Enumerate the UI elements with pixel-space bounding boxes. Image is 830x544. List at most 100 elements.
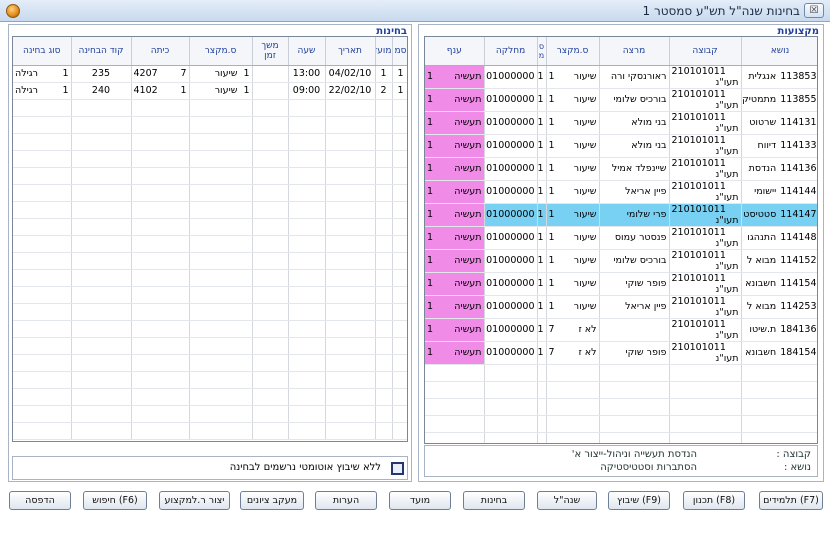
empty-cell: [288, 286, 326, 304]
create-course-report-button[interactable]: יצור ר.למקצוע: [159, 491, 230, 510]
course-row[interactable]: 114131 שרטוט 210101011 תעו"נ בני מולא 1 שיעור 1…: [425, 111, 817, 135]
course-name: חשבונא: [745, 347, 777, 358]
course-row[interactable]: 114148 התנהגו 210101011 תעו"נ פנסטר עמוס 1 שיע…: [425, 226, 817, 250]
col-header-lecturer[interactable]: מרצה: [599, 37, 670, 66]
empty-cell: [131, 235, 190, 253]
course-short-cell: 1 שיעור: [546, 88, 600, 112]
course-short-type: שיעור: [573, 209, 597, 220]
empty-cell: [189, 116, 253, 134]
search-button[interactable]: חיפוש (F6): [83, 491, 147, 510]
empty-cell: [71, 167, 132, 185]
exam-row[interactable]: 1 2 22/02/10 09:00 1 שיעור 1 4102 240 1 רגילה: [13, 82, 407, 100]
course-lecturer: בורכיס שלומי: [599, 88, 670, 112]
course-lecturer: פיין אריאל: [599, 295, 670, 319]
empty-cell: [252, 133, 289, 151]
empty-cell: [288, 269, 326, 287]
course-row[interactable]: 114144 יישומי 210101011 תעו"נ פיין אריאל 1 שיע…: [425, 180, 817, 204]
empty-cell: [13, 303, 72, 321]
empty-cell: [537, 432, 547, 443]
course-row[interactable]: 113853 אנגלית 210101011 תעו"נ ראורנסקי ורה 1 ש…: [425, 65, 817, 89]
col-header-exam-type[interactable]: סוג בחינה: [13, 37, 72, 66]
course-row[interactable]: 114147 סטטיסט 210101011 תעו"נ פרי שלומי 1 שיעו…: [425, 203, 817, 227]
col-header-moed[interactable]: מועד: [375, 37, 393, 66]
course-branch: תעשיה: [454, 278, 482, 289]
empty-cell: [537, 364, 547, 382]
course-row[interactable]: 184154 חשבונא 210101011 תעו"נ פופר שוקי 7 לא ז…: [425, 341, 817, 365]
course-row[interactable]: 114154 חשבונא 210101011 תעו"נ פופר שוקי 1 שיעו…: [425, 272, 817, 296]
assign-button[interactable]: שיבוץ (F9): [608, 491, 670, 510]
course-row[interactable]: 114133 דיווח 210101011 תעו"נ בני מולא 1 שיעור 1…: [425, 134, 817, 158]
exams-grid[interactable]: סמ מועד תאריך שעה משך זמן ס.מקצר כיתה קו…: [12, 36, 408, 442]
col-header-short[interactable]: ס.מקצר: [189, 37, 253, 66]
exam-room-cell: 7 4207: [131, 65, 190, 83]
empty-cell: [189, 337, 253, 355]
empty-cell: [288, 184, 326, 202]
empty-cell: [288, 99, 326, 117]
empty-cell: [288, 320, 326, 338]
course-row[interactable]: 114253 מבוא ל 210101011 תעו"נ פיין אריאל 1 שיע…: [425, 295, 817, 319]
course-row[interactable]: 114152 מבוא ל 210101011 תעו"נ בורכיס שלומי 1 ש…: [425, 249, 817, 273]
col-header-date[interactable]: תאריך: [325, 37, 376, 66]
empty-cell: [13, 371, 72, 389]
course-branch-cell: 1 תעשיה: [425, 249, 485, 273]
course-short-cell: 1 שיעור: [546, 65, 600, 89]
checkbox-box: ללא שיבוץ אוטומטי נרשמים לבחינה: [12, 456, 408, 480]
exams-button[interactable]: בחינות: [463, 491, 525, 510]
moed-button[interactable]: מועד: [389, 491, 451, 510]
course-group-cell: 210101011 תעו"נ: [669, 203, 742, 227]
empty-cell: [13, 422, 72, 440]
exam-short-type: שיעור: [214, 85, 238, 96]
empty-cell: [189, 167, 253, 185]
empty-cell: [484, 381, 538, 399]
col-header-dept[interactable]: מחלקה: [484, 37, 538, 66]
col-header-duration[interactable]: משך זמן: [252, 37, 289, 66]
course-lecturer: שיינפלד אמיל: [599, 157, 670, 181]
course-short-type: שיעור: [573, 94, 597, 105]
col-header-time[interactable]: שעה: [288, 37, 326, 66]
course-row[interactable]: 114136 הנדסת 210101011 תעו"נ שיינפלד אמיל 1 שי…: [425, 157, 817, 181]
col-header-subject[interactable]: נושא: [741, 37, 817, 66]
course-short-num: 1: [548, 186, 555, 197]
empty-cell: [131, 184, 190, 202]
exam-short-cell: 1 שיעור: [189, 82, 253, 100]
empty-cell: [484, 398, 538, 416]
students-button[interactable]: תלמידים (F7): [759, 491, 823, 510]
empty-cell: [392, 184, 407, 202]
empty-row: [425, 398, 817, 416]
exam-semester: 1: [392, 65, 407, 83]
year-button[interactable]: שנה"ל: [537, 491, 597, 510]
empty-cell: [13, 218, 72, 236]
courses-grid[interactable]: נושא קבוצה מרצה ס.מקצר ס מ מחלקה ענף 113…: [424, 36, 818, 444]
empty-cell: [71, 269, 132, 287]
col-header-room[interactable]: כיתה: [131, 37, 190, 66]
empty-cell: [484, 432, 538, 443]
course-row[interactable]: 113855 מתמטיק 210101011 תעו"נ בורכיס שלומי 1 ש…: [425, 88, 817, 112]
course-s: 1: [537, 157, 547, 181]
empty-cell: [71, 201, 132, 219]
col-header-s[interactable]: ס מ: [537, 37, 547, 66]
col-header-exam-code[interactable]: קוד הבחינה: [71, 37, 132, 66]
notes-button[interactable]: הערות: [315, 491, 377, 510]
course-short-cell: 1 שיעור: [546, 272, 600, 296]
close-button[interactable]: ☒: [804, 3, 824, 18]
exam-row[interactable]: 1 1 04/02/10 13:00 1 שיעור 7 4207 235 1 רגילה: [13, 65, 407, 83]
print-button[interactable]: הדפסה: [9, 491, 71, 510]
course-subject-cell: 114136 הנדסת: [741, 157, 817, 181]
grades-tracking-button[interactable]: מעקב ציונים: [240, 491, 304, 510]
col-header-short[interactable]: ס.מקצר: [546, 37, 600, 66]
empty-cell: [325, 150, 376, 168]
empty-cell: [392, 99, 407, 117]
col-header-sem[interactable]: סמ: [392, 37, 407, 66]
empty-cell: [13, 252, 72, 270]
col-header-group[interactable]: קבוצה: [669, 37, 742, 66]
course-short-num: 1: [548, 163, 555, 174]
course-short-num: 1: [548, 278, 555, 289]
course-number: 114253: [780, 301, 817, 312]
auto-assign-checkbox[interactable]: [391, 462, 404, 475]
empty-cell: [325, 133, 376, 151]
course-row[interactable]: 184136 ת.שיטו 210101011 תעו"נ 7 לא ז 1 01000000…: [425, 318, 817, 342]
planning-button[interactable]: תכנון (F8): [683, 491, 745, 510]
col-header-branch[interactable]: ענף: [425, 37, 485, 66]
empty-cell: [71, 133, 132, 151]
course-branch-cell: 1 תעשיה: [425, 111, 485, 135]
